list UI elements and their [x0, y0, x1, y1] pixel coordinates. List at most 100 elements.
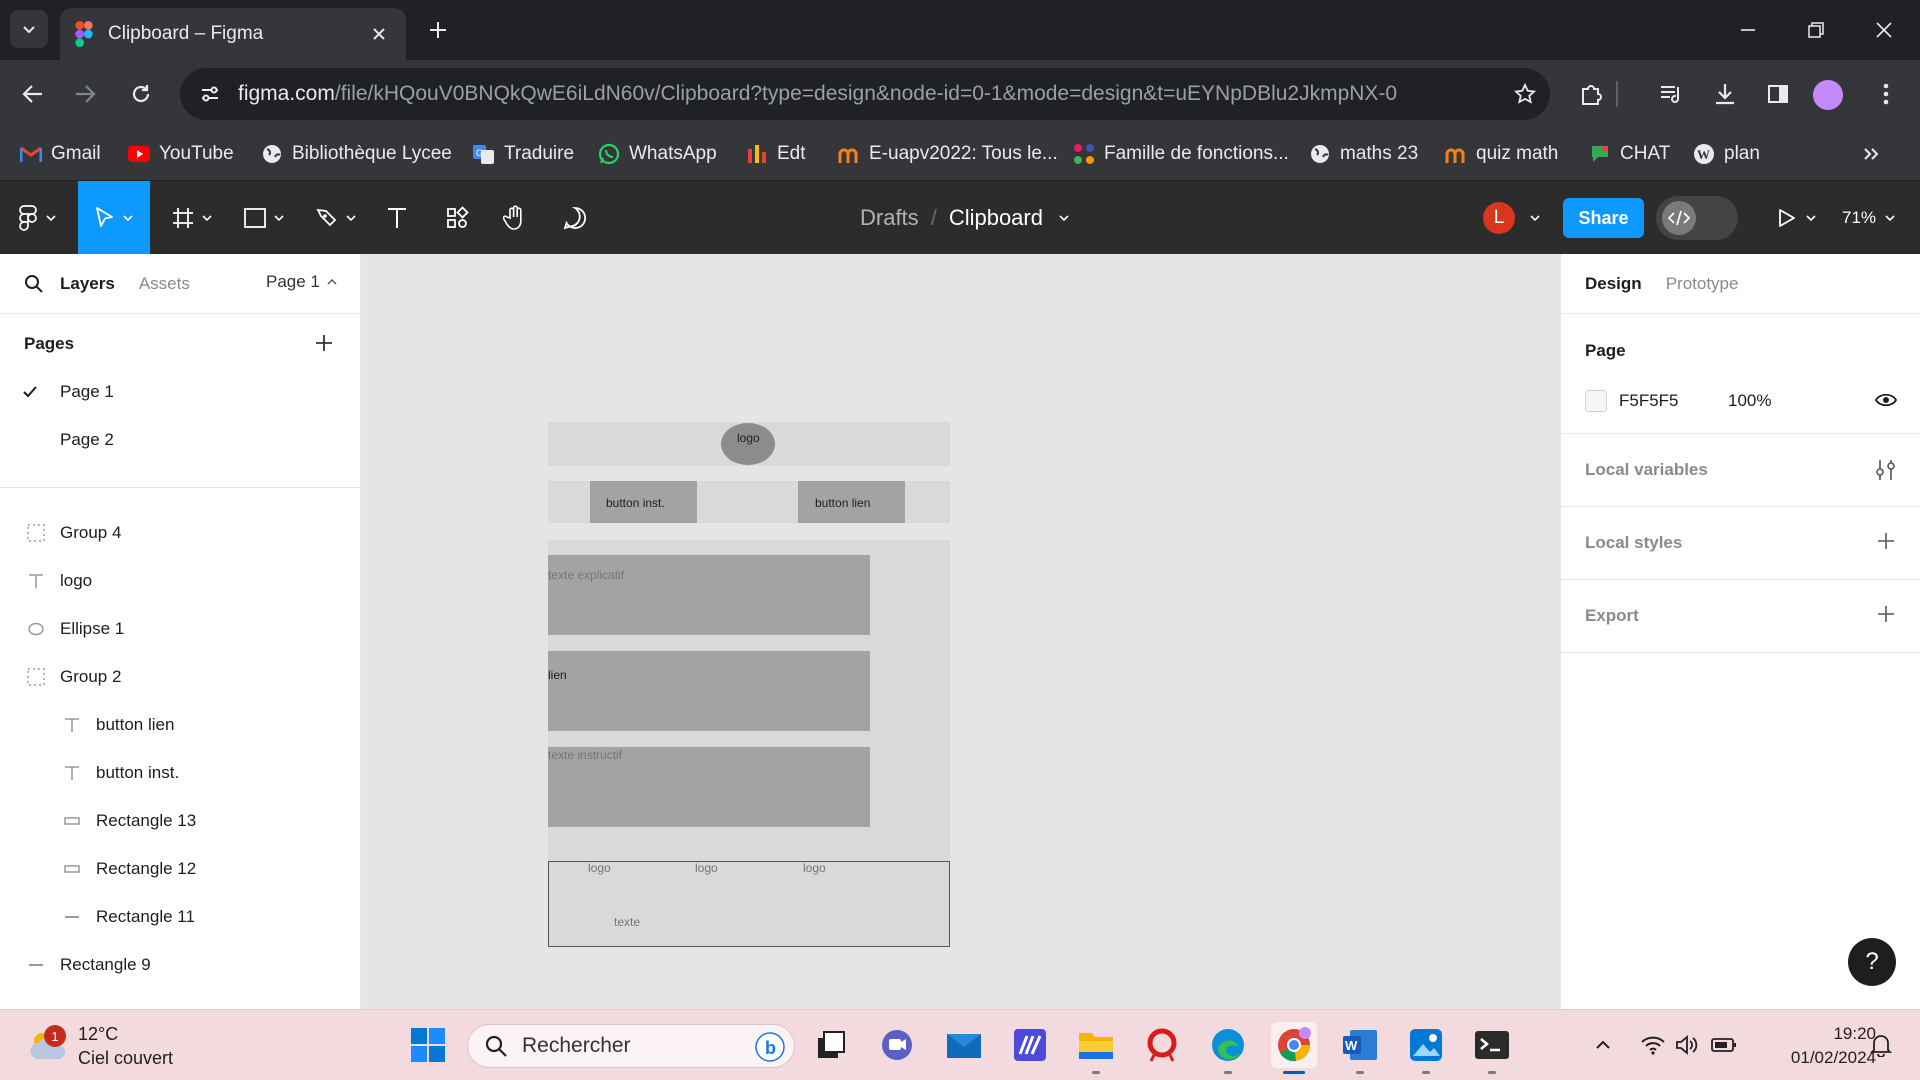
taskbar-clock[interactable]: 19:20 01/02/2024	[1760, 1022, 1876, 1070]
volume-status[interactable]	[1670, 1022, 1704, 1068]
move-tool-button[interactable]	[78, 181, 150, 254]
footer-logo-2[interactable]: logo	[695, 861, 718, 875]
tab-design[interactable]: Design	[1585, 274, 1642, 294]
local-styles-title[interactable]: Local styles	[1585, 533, 1682, 553]
chrome-menu-button[interactable]	[1866, 74, 1906, 114]
bookmark-famille[interactable]: Famille de fonctions...	[1073, 138, 1289, 170]
footer-logo-3[interactable]: logo	[803, 861, 826, 875]
page-selector[interactable]: Page 1	[266, 272, 338, 292]
taskbar-edge[interactable]	[1205, 1022, 1251, 1074]
layer-rectangle-11[interactable]: Rectangle 11	[0, 893, 360, 941]
logo-text[interactable]: logo	[737, 431, 760, 445]
visibility-toggle[interactable]	[1875, 390, 1897, 410]
dev-mode-toggle[interactable]	[1656, 196, 1738, 240]
taskbar-mail[interactable]	[941, 1022, 987, 1068]
tab-search-button[interactable]	[10, 10, 48, 48]
resources-tool-button[interactable]	[437, 181, 477, 254]
taskbar-teams[interactable]	[874, 1022, 920, 1068]
bookmark-youtube[interactable]: YouTube	[128, 138, 234, 170]
forward-button[interactable]	[65, 74, 105, 114]
new-tab-button[interactable]	[422, 14, 454, 46]
add-style-button[interactable]	[1877, 532, 1895, 550]
taskbar-chrome[interactable]	[1271, 1022, 1317, 1074]
footer-logo-1[interactable]: logo	[588, 861, 611, 875]
help-button[interactable]: ?	[1848, 938, 1896, 986]
taskbar-explorer[interactable]	[1073, 1022, 1119, 1074]
share-button[interactable]: Share	[1563, 198, 1644, 238]
back-button[interactable]	[13, 74, 53, 114]
add-export-button[interactable]	[1877, 605, 1895, 623]
browser-tab[interactable]: Clipboard – Figma	[60, 8, 406, 60]
close-window-button[interactable]	[1850, 0, 1918, 60]
layer-button-inst[interactable]: button inst.	[0, 749, 360, 797]
taskbar-task-view[interactable]	[808, 1022, 854, 1068]
bookmark-plan[interactable]: W plan	[1693, 138, 1760, 170]
profile-avatar[interactable]	[1813, 80, 1843, 110]
layer-button-lien[interactable]: button lien	[0, 701, 360, 749]
button-lien-text[interactable]: button lien	[815, 496, 870, 510]
page-color-hex[interactable]: F5F5F5	[1619, 391, 1679, 411]
bookmark-gmail[interactable]: Gmail	[20, 138, 101, 170]
export-title[interactable]: Export	[1585, 606, 1639, 626]
weather-widget[interactable]: 1 12°C Ciel couvert	[28, 1022, 173, 1070]
local-variables-button[interactable]	[1875, 458, 1897, 482]
page-color-opacity[interactable]: 100%	[1728, 391, 1771, 411]
layer-ellipse-1[interactable]: Ellipse 1	[0, 605, 360, 653]
texte-explicatif-label[interactable]: texte explicatif	[548, 568, 624, 582]
bookmark-bibliotheque[interactable]: Bibliothèque Lycee	[261, 138, 452, 170]
chevron-down-icon[interactable]	[1057, 211, 1071, 225]
button-inst-text[interactable]: button inst.	[606, 496, 665, 510]
show-hidden-icons-button[interactable]	[1586, 1022, 1620, 1068]
side-panel-button[interactable]	[1758, 74, 1798, 114]
box-lien[interactable]	[548, 651, 870, 731]
bookmark-quizmath[interactable]: quiz math	[1445, 138, 1558, 170]
main-menu-button[interactable]	[10, 181, 66, 254]
bookmark-edt[interactable]: Edt	[746, 138, 806, 170]
minimize-button[interactable]	[1714, 0, 1782, 60]
site-info-button[interactable]	[182, 74, 238, 114]
bookmark-euapv[interactable]: E-uapv2022: Tous le...	[838, 138, 1058, 170]
design-canvas[interactable]: logo button inst. button lien texte expl…	[361, 254, 1560, 1009]
bookmark-whatsapp[interactable]: WhatsApp	[598, 138, 717, 170]
bookmark-traduire[interactable]: G Traduire	[473, 138, 574, 170]
lien-label[interactable]: lien	[548, 668, 567, 682]
zoom-menu[interactable]: 71%	[1842, 181, 1896, 254]
taskbar-terminal[interactable]	[1469, 1022, 1515, 1074]
shape-tool-button[interactable]	[234, 181, 294, 254]
address-bar[interactable]: figma.com/file/kHQouV0BNQkQwE6iLdN60v/Cl…	[180, 68, 1550, 120]
texte-instructif-label[interactable]: texte instructif	[548, 748, 622, 762]
page-item-page-1[interactable]: Page 1	[0, 368, 360, 416]
notifications-button[interactable]	[1866, 1022, 1896, 1068]
multiplayer-menu-button[interactable]	[1520, 181, 1550, 254]
layer-rectangle-9[interactable]: Rectangle 9	[0, 941, 360, 989]
taskbar-maths-app[interactable]	[1007, 1022, 1053, 1068]
more-bookmarks-button[interactable]	[1862, 138, 1880, 170]
layer-rectangle-13[interactable]: Rectangle 13	[0, 797, 360, 845]
search-icon[interactable]	[24, 274, 44, 294]
reload-button[interactable]	[121, 74, 161, 114]
extensions-button[interactable]	[1571, 74, 1611, 114]
taskbar-security-app[interactable]	[1139, 1022, 1185, 1068]
present-button[interactable]	[1766, 181, 1826, 254]
taskbar-search[interactable]: Rechercher b	[467, 1024, 795, 1068]
frame-tool-button[interactable]	[162, 181, 222, 254]
page-item-page-2[interactable]: Page 2	[0, 416, 360, 464]
tab-prototype[interactable]: Prototype	[1666, 274, 1739, 294]
local-variables-title[interactable]: Local variables	[1585, 460, 1708, 480]
text-tool-button[interactable]	[377, 181, 417, 254]
start-button[interactable]	[405, 1022, 451, 1068]
restore-button[interactable]	[1782, 0, 1850, 60]
layer-group-4[interactable]: Group 4	[0, 509, 360, 557]
wifi-status[interactable]	[1636, 1022, 1670, 1068]
taskbar-photos[interactable]	[1403, 1022, 1449, 1074]
breadcrumb-drafts[interactable]: Drafts	[860, 205, 919, 231]
tab-assets[interactable]: Assets	[139, 274, 190, 294]
footer-text[interactable]: texte	[614, 915, 640, 929]
page-color-swatch[interactable]	[1585, 390, 1607, 412]
bookmark-maths23[interactable]: maths 23	[1309, 138, 1418, 170]
comment-tool-button[interactable]	[555, 181, 595, 254]
tab-layers[interactable]: Layers	[60, 274, 115, 294]
pen-tool-button[interactable]	[306, 181, 366, 254]
file-name[interactable]: Clipboard	[949, 205, 1043, 231]
user-avatar[interactable]: L	[1483, 202, 1515, 234]
